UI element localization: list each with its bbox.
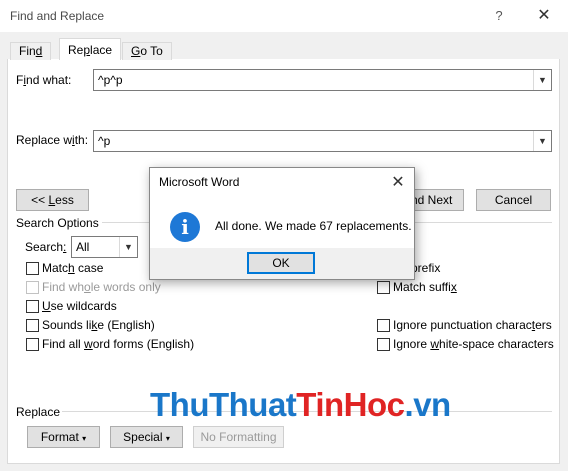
replace-with-combobox[interactable]: ^p ▼ bbox=[93, 130, 552, 152]
info-icon: i bbox=[170, 212, 200, 242]
tab-replace-label: Re bbox=[68, 43, 84, 57]
tab-replace-label-end: lace bbox=[90, 43, 113, 57]
chevron-down-icon[interactable]: ▼ bbox=[533, 131, 551, 151]
dialog-close-button[interactable]: ✕ bbox=[388, 172, 408, 192]
chevron-down-icon[interactable]: ▼ bbox=[119, 237, 137, 257]
search-direction-value: All bbox=[76, 240, 90, 254]
window-title: Find and Replace bbox=[10, 9, 105, 23]
find-what-value: ^p^p bbox=[98, 73, 123, 87]
sounds-like-checkbox[interactable] bbox=[26, 319, 39, 332]
match-suffix-checkbox[interactable] bbox=[377, 281, 390, 294]
ignore-whitespace-label: Ignore white-space characters bbox=[393, 337, 554, 351]
find-whole-words-label: Find whole words only bbox=[42, 280, 161, 294]
cancel-button[interactable]: Cancel bbox=[476, 189, 551, 211]
search-direction-select[interactable]: All ▼ bbox=[71, 236, 138, 258]
ignore-punctuation-checkbox[interactable] bbox=[377, 319, 390, 332]
tab-find[interactable]: Find bbox=[10, 42, 52, 60]
replace-with-label: Replace with: bbox=[16, 133, 89, 147]
chevron-down-icon[interactable]: ▼ bbox=[533, 70, 551, 90]
tab-replace[interactable]: Replace bbox=[59, 38, 122, 60]
watermark-logo: ThuThuatTinHoc.vn bbox=[150, 386, 451, 423]
dialog-title-bar: Microsoft Word ✕ bbox=[150, 168, 414, 196]
find-whole-words-checkbox[interactable] bbox=[26, 281, 39, 294]
use-wildcards-checkbox[interactable] bbox=[26, 300, 39, 313]
ignore-whitespace-checkbox[interactable] bbox=[377, 338, 390, 351]
tab-goto-label: o To bbox=[140, 44, 163, 58]
find-what-combobox[interactable]: ^p^p ▼ bbox=[93, 69, 552, 91]
tab-goto-mnemonic: G bbox=[131, 44, 141, 58]
special-button[interactable]: Special ▾ bbox=[110, 426, 183, 448]
message-dialog: Microsoft Word ✕ i All done. We made 67 … bbox=[149, 167, 415, 280]
replace-section-title: Replace bbox=[16, 405, 61, 419]
tab-goto[interactable]: Go To bbox=[122, 42, 172, 60]
match-case-label: Match case bbox=[42, 261, 104, 275]
dialog-body: i All done. We made 67 replacements. bbox=[150, 196, 414, 248]
find-all-word-forms-label: Find all word forms (English) bbox=[42, 337, 195, 351]
tab-find-label: Fin bbox=[19, 44, 36, 58]
dialog-message: All done. We made 67 replacements. bbox=[215, 219, 412, 233]
find-all-word-forms-checkbox[interactable] bbox=[26, 338, 39, 351]
search-label: Search: bbox=[25, 240, 67, 254]
help-button[interactable]: ? bbox=[489, 8, 509, 26]
ok-button[interactable]: OK bbox=[247, 252, 315, 274]
dialog-title: Microsoft Word bbox=[159, 175, 240, 189]
match-suffix-label: Match suffix bbox=[393, 280, 457, 294]
match-case-checkbox[interactable] bbox=[26, 262, 39, 275]
use-wildcards-label: Use wildcards bbox=[42, 299, 117, 313]
ignore-punctuation-label: Ignore punctuation characters bbox=[393, 318, 552, 332]
close-window-button[interactable]: ✕ bbox=[530, 5, 558, 27]
less-button[interactable]: << Less bbox=[16, 189, 89, 211]
replace-with-value: ^p bbox=[98, 134, 111, 148]
no-formatting-button[interactable]: No Formatting bbox=[193, 426, 284, 448]
tab-find-mnemonic: d bbox=[35, 44, 43, 58]
sounds-like-label: Sounds like (English) bbox=[42, 318, 155, 332]
search-options-title: Search Options bbox=[16, 216, 99, 230]
format-button[interactable]: Format ▾ bbox=[27, 426, 100, 448]
find-what-label: Find what: bbox=[16, 73, 72, 87]
